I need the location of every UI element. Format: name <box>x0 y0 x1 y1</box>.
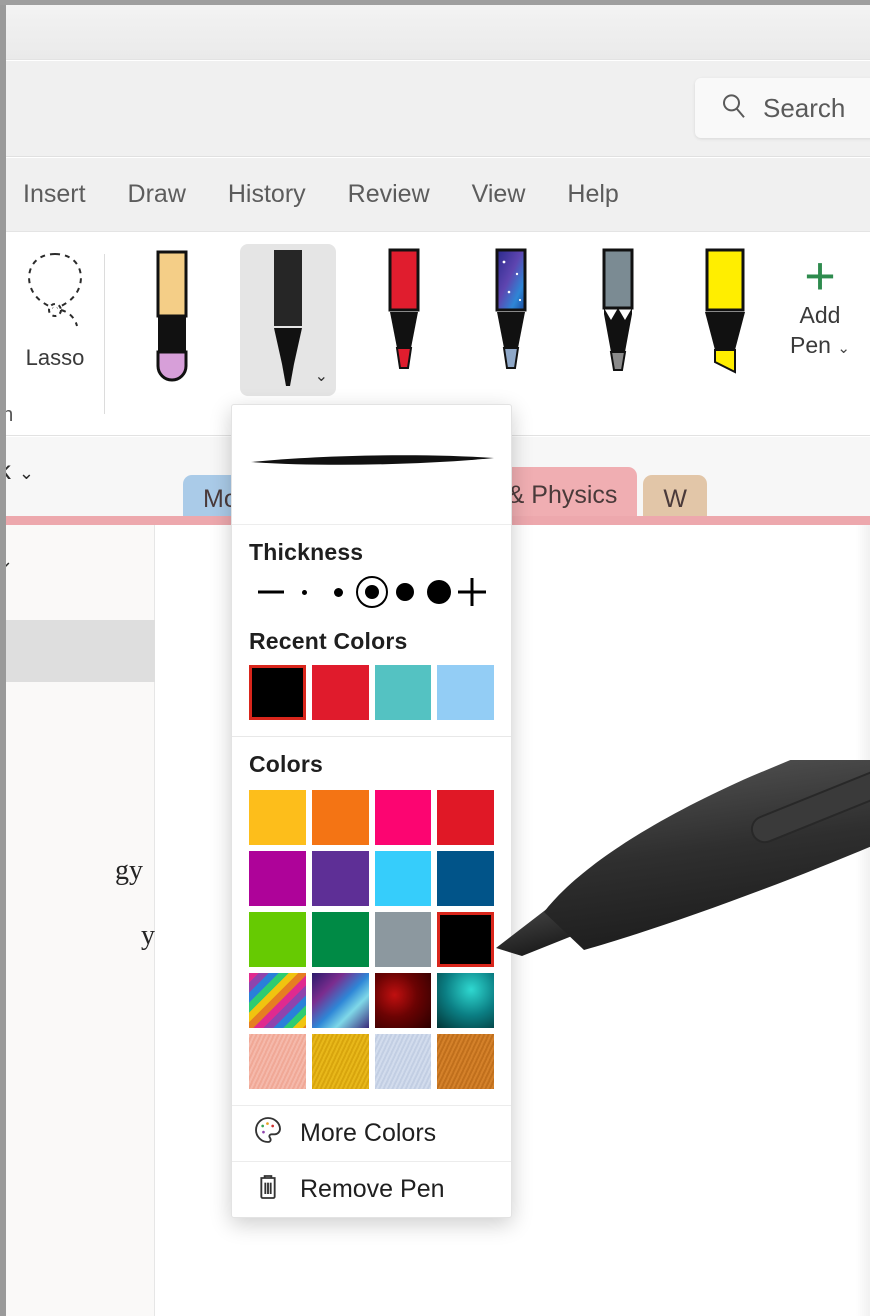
canvas-right-edge <box>856 525 870 1316</box>
galaxy-pen-icon <box>495 248 527 369</box>
chevron-down-icon[interactable]: ⌄ <box>315 366 328 386</box>
color-swatch-red[interactable] <box>437 790 494 845</box>
thickness-option-lg[interactable] <box>389 576 421 608</box>
color-swatch-lime-green[interactable] <box>249 912 306 967</box>
color-swatch-copper-pencil-texture[interactable] <box>437 1034 494 1089</box>
thickness-option-xl[interactable] <box>423 576 455 608</box>
recent-swatch-light-blue[interactable] <box>437 665 494 720</box>
colors-row-3 <box>249 912 494 967</box>
color-swatch-rose-pencil-texture[interactable] <box>249 1034 306 1089</box>
black-pen-icon <box>274 250 302 386</box>
add-pen-button[interactable]: + Add Pen ⌄ <box>780 246 860 364</box>
color-swatch-galaxy-texture[interactable] <box>311 973 369 1028</box>
color-swatch-purple[interactable] <box>311 851 369 906</box>
ribbon-tab-insert[interactable]: Insert <box>15 176 94 213</box>
lasso-select-button[interactable]: Lasso <box>13 248 97 371</box>
color-swatch-magenta[interactable] <box>249 851 306 906</box>
colors-section: Colors <box>232 737 511 784</box>
chevron-down-icon[interactable]: ⌄ <box>19 463 34 483</box>
pen-options-flyout: Thickness Recent Colors Colors More Colo… <box>231 404 512 1218</box>
window-left-border <box>0 0 6 1316</box>
ribbon-tab-help[interactable]: Help <box>559 176 626 213</box>
lasso-select-label: Lasso <box>25 345 85 370</box>
note-text-fragment-1: gy <box>115 855 143 886</box>
recent-colors-title: Recent Colors <box>249 628 408 654</box>
highlighter-icon <box>705 248 745 374</box>
recent-swatch-black[interactable] <box>249 665 306 720</box>
plus-icon: + <box>804 246 836 306</box>
recent-swatch-teal[interactable] <box>374 665 432 720</box>
thickness-title: Thickness <box>249 539 364 565</box>
ribbon-tab-review[interactable]: Review <box>340 176 438 213</box>
add-pen-label-line1: Add <box>799 302 841 328</box>
thickness-option-custom-plus-icon[interactable] <box>456 576 488 608</box>
thickness-section: Thickness <box>232 525 511 626</box>
app-window: Search Insert Draw History Review View H… <box>0 0 870 1316</box>
chevron-down-icon[interactable]: ⌄ <box>837 340 850 357</box>
pages-pane: s⌄ <box>0 525 155 1316</box>
title-bar <box>5 5 870 60</box>
search-icon <box>719 91 749 126</box>
more-colors-menu-item[interactable]: More Colors <box>232 1105 511 1161</box>
stroke-preview <box>232 405 511 525</box>
lasso-select-icon <box>19 253 91 338</box>
ribbon-tab-history[interactable]: History <box>220 176 314 213</box>
color-swatch-gold-pencil-texture[interactable] <box>311 1034 369 1089</box>
add-pen-label-line2: Pen <box>790 332 831 358</box>
colors-grid <box>232 784 511 1105</box>
ribbon-tab-strip: Insert Draw History Review View Help <box>5 158 870 232</box>
search-input[interactable]: Search <box>695 78 870 138</box>
colors-row-2 <box>249 851 494 906</box>
ribbon-tab-draw[interactable]: Draw <box>120 176 194 213</box>
search-placeholder: Search <box>763 92 846 123</box>
pen-item-galaxy-pen[interactable] <box>472 244 550 396</box>
pen-item-pencil[interactable] <box>133 244 211 396</box>
remove-pen-label: Remove Pen <box>300 1175 445 1203</box>
color-swatch-black-selected[interactable] <box>437 912 494 967</box>
colors-row-5 <box>249 1034 494 1089</box>
remove-pen-menu-item[interactable]: Remove Pen <box>232 1161 511 1217</box>
pen-gallery: ⌄ <box>133 244 764 396</box>
page-list-item-selected[interactable] <box>0 620 155 682</box>
pencil-icon <box>156 250 188 382</box>
more-colors-label: More Colors <box>300 1119 437 1147</box>
color-swatch-dark-blue[interactable] <box>437 851 494 906</box>
trash-icon <box>252 1170 284 1209</box>
ribbon-divider <box>104 254 105 414</box>
pen-item-red-pen[interactable] <box>365 244 443 396</box>
pen-item-yellow-highlighter[interactable] <box>686 244 764 396</box>
colors-row-1 <box>249 790 494 845</box>
color-swatch-gray[interactable] <box>374 912 432 967</box>
gray-pencil-icon <box>602 248 634 371</box>
red-pen-icon <box>388 248 420 369</box>
ribbon-tab-view[interactable]: View <box>464 176 534 213</box>
color-swatch-pink[interactable] <box>374 790 432 845</box>
section-tab-label: W <box>663 485 688 513</box>
color-swatch-lava-texture[interactable] <box>374 973 432 1028</box>
pen-item-black-pen[interactable]: ⌄ <box>240 244 336 396</box>
colors-row-4 <box>249 973 494 1028</box>
pen-item-gray-pencil[interactable] <box>579 244 657 396</box>
colors-title: Colors <box>249 751 324 777</box>
color-swatch-green[interactable] <box>311 912 369 967</box>
recent-colors-section: Recent Colors <box>232 626 511 661</box>
window-top-border <box>0 0 870 5</box>
color-swatch-orange[interactable] <box>311 790 369 845</box>
thickness-option-xs[interactable] <box>289 576 321 608</box>
thickness-option-line[interactable] <box>255 576 287 608</box>
recent-colors-row <box>232 661 511 736</box>
color-swatch-silver-pencil-texture[interactable] <box>374 1034 432 1089</box>
color-swatch-rainbow-texture[interactable] <box>249 973 306 1028</box>
thickness-option-sm[interactable] <box>322 576 354 608</box>
note-text-fragment-2: y <box>141 920 155 951</box>
thickness-options <box>249 566 494 620</box>
palette-icon <box>252 1114 284 1153</box>
color-swatch-sky-blue[interactable] <box>374 851 432 906</box>
thickness-option-md-selected[interactable] <box>355 576 388 608</box>
recent-swatch-red[interactable] <box>311 665 369 720</box>
color-swatch-amber[interactable] <box>249 790 306 845</box>
color-swatch-ocean-texture[interactable] <box>437 973 494 1028</box>
